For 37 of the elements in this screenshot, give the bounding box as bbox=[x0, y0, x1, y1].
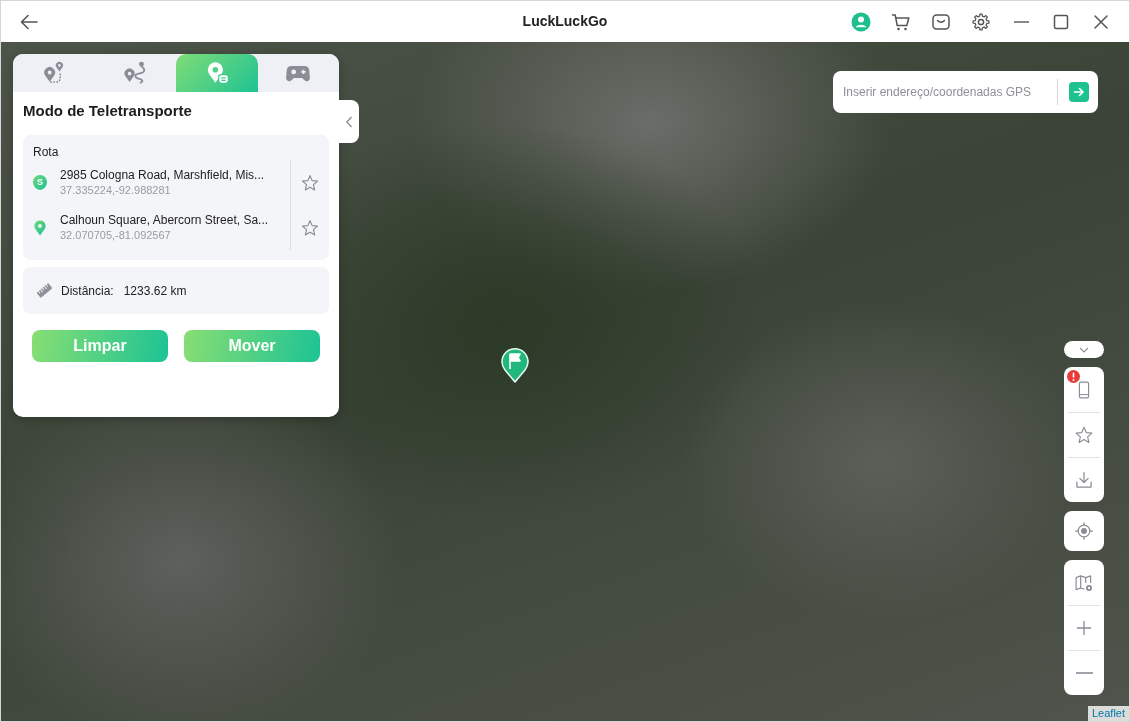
star-icon bbox=[301, 173, 319, 192]
minus-icon bbox=[1075, 672, 1093, 674]
star-icon bbox=[301, 218, 319, 237]
destination-pin-icon bbox=[33, 219, 47, 236]
search-bar[interactable]: Inserir endereço/coordenadas GPS bbox=[833, 71, 1098, 113]
minimize-icon bbox=[1013, 20, 1029, 23]
mode-tab[interactable] bbox=[176, 54, 258, 92]
clear-button[interactable]: Limpar bbox=[32, 330, 168, 362]
location-pin-icon bbox=[499, 345, 531, 383]
address-search-field[interactable]: Inserir endereço/coordenadas GPS bbox=[833, 71, 1057, 113]
avatar-icon bbox=[851, 11, 871, 32]
route-label: Rota bbox=[33, 145, 60, 160]
stop-coordinates: 32.070705,-81.092567 bbox=[60, 228, 172, 242]
distance-label: Distância: bbox=[61, 282, 114, 300]
search-go-button[interactable] bbox=[1069, 82, 1089, 102]
move-button[interactable]: Mover bbox=[184, 330, 320, 362]
settings-icon bbox=[971, 11, 991, 32]
collapse-panel-button[interactable] bbox=[339, 100, 359, 143]
mail-icon bbox=[931, 11, 951, 32]
stop-coordinates: 37.335224,-92.988281 bbox=[60, 183, 172, 197]
crosshair-icon bbox=[1074, 521, 1094, 541]
arrow-right-icon bbox=[1073, 86, 1085, 98]
cart-icon bbox=[891, 11, 911, 32]
window-title: LuckLuckGo bbox=[522, 12, 608, 31]
stop-address: Calhoun Square, Abercorn Street, Sa... bbox=[60, 213, 269, 228]
distance-value: 1233.62 km bbox=[123, 282, 187, 300]
download-icon bbox=[1074, 470, 1094, 490]
chevron-left-icon bbox=[345, 115, 353, 128]
star-icon bbox=[1074, 425, 1094, 445]
start-marker: S bbox=[33, 175, 47, 190]
folded-map-icon bbox=[1074, 572, 1094, 593]
stop-address: 2985 Cologna Road, Marshfield, Mis... bbox=[60, 168, 265, 183]
panel-title: Modo de Teletransporte bbox=[22, 101, 193, 120]
plus-icon bbox=[1074, 618, 1094, 638]
chevron-down-icon bbox=[1079, 346, 1089, 353]
attribution-link[interactable]: Leaflet bbox=[1087, 706, 1129, 721]
collapse-tools-button[interactable] bbox=[1064, 341, 1104, 358]
